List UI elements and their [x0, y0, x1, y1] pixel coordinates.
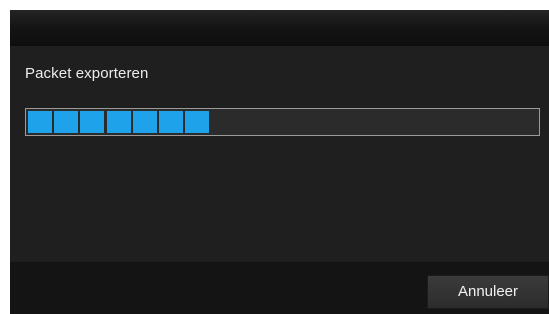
- progress-segment: [28, 111, 52, 133]
- progress-segment: [54, 111, 79, 133]
- progress-segment: [185, 111, 210, 133]
- dialog-titlebar: [10, 10, 549, 46]
- cancel-button[interactable]: Annuleer: [427, 275, 549, 309]
- dialog-footer: Annuleer: [10, 262, 549, 314]
- export-progress-bar: [25, 108, 540, 136]
- export-dialog: Packet exporteren Annuleer: [10, 10, 549, 314]
- progress-segment: [132, 111, 157, 133]
- export-status-message: Packet exporteren: [25, 65, 149, 82]
- progress-segment: [80, 111, 105, 133]
- progress-segment: [159, 111, 183, 133]
- progress-segment: [106, 111, 131, 133]
- progress-track: [28, 111, 537, 133]
- dialog-content: Packet exporteren: [10, 46, 549, 262]
